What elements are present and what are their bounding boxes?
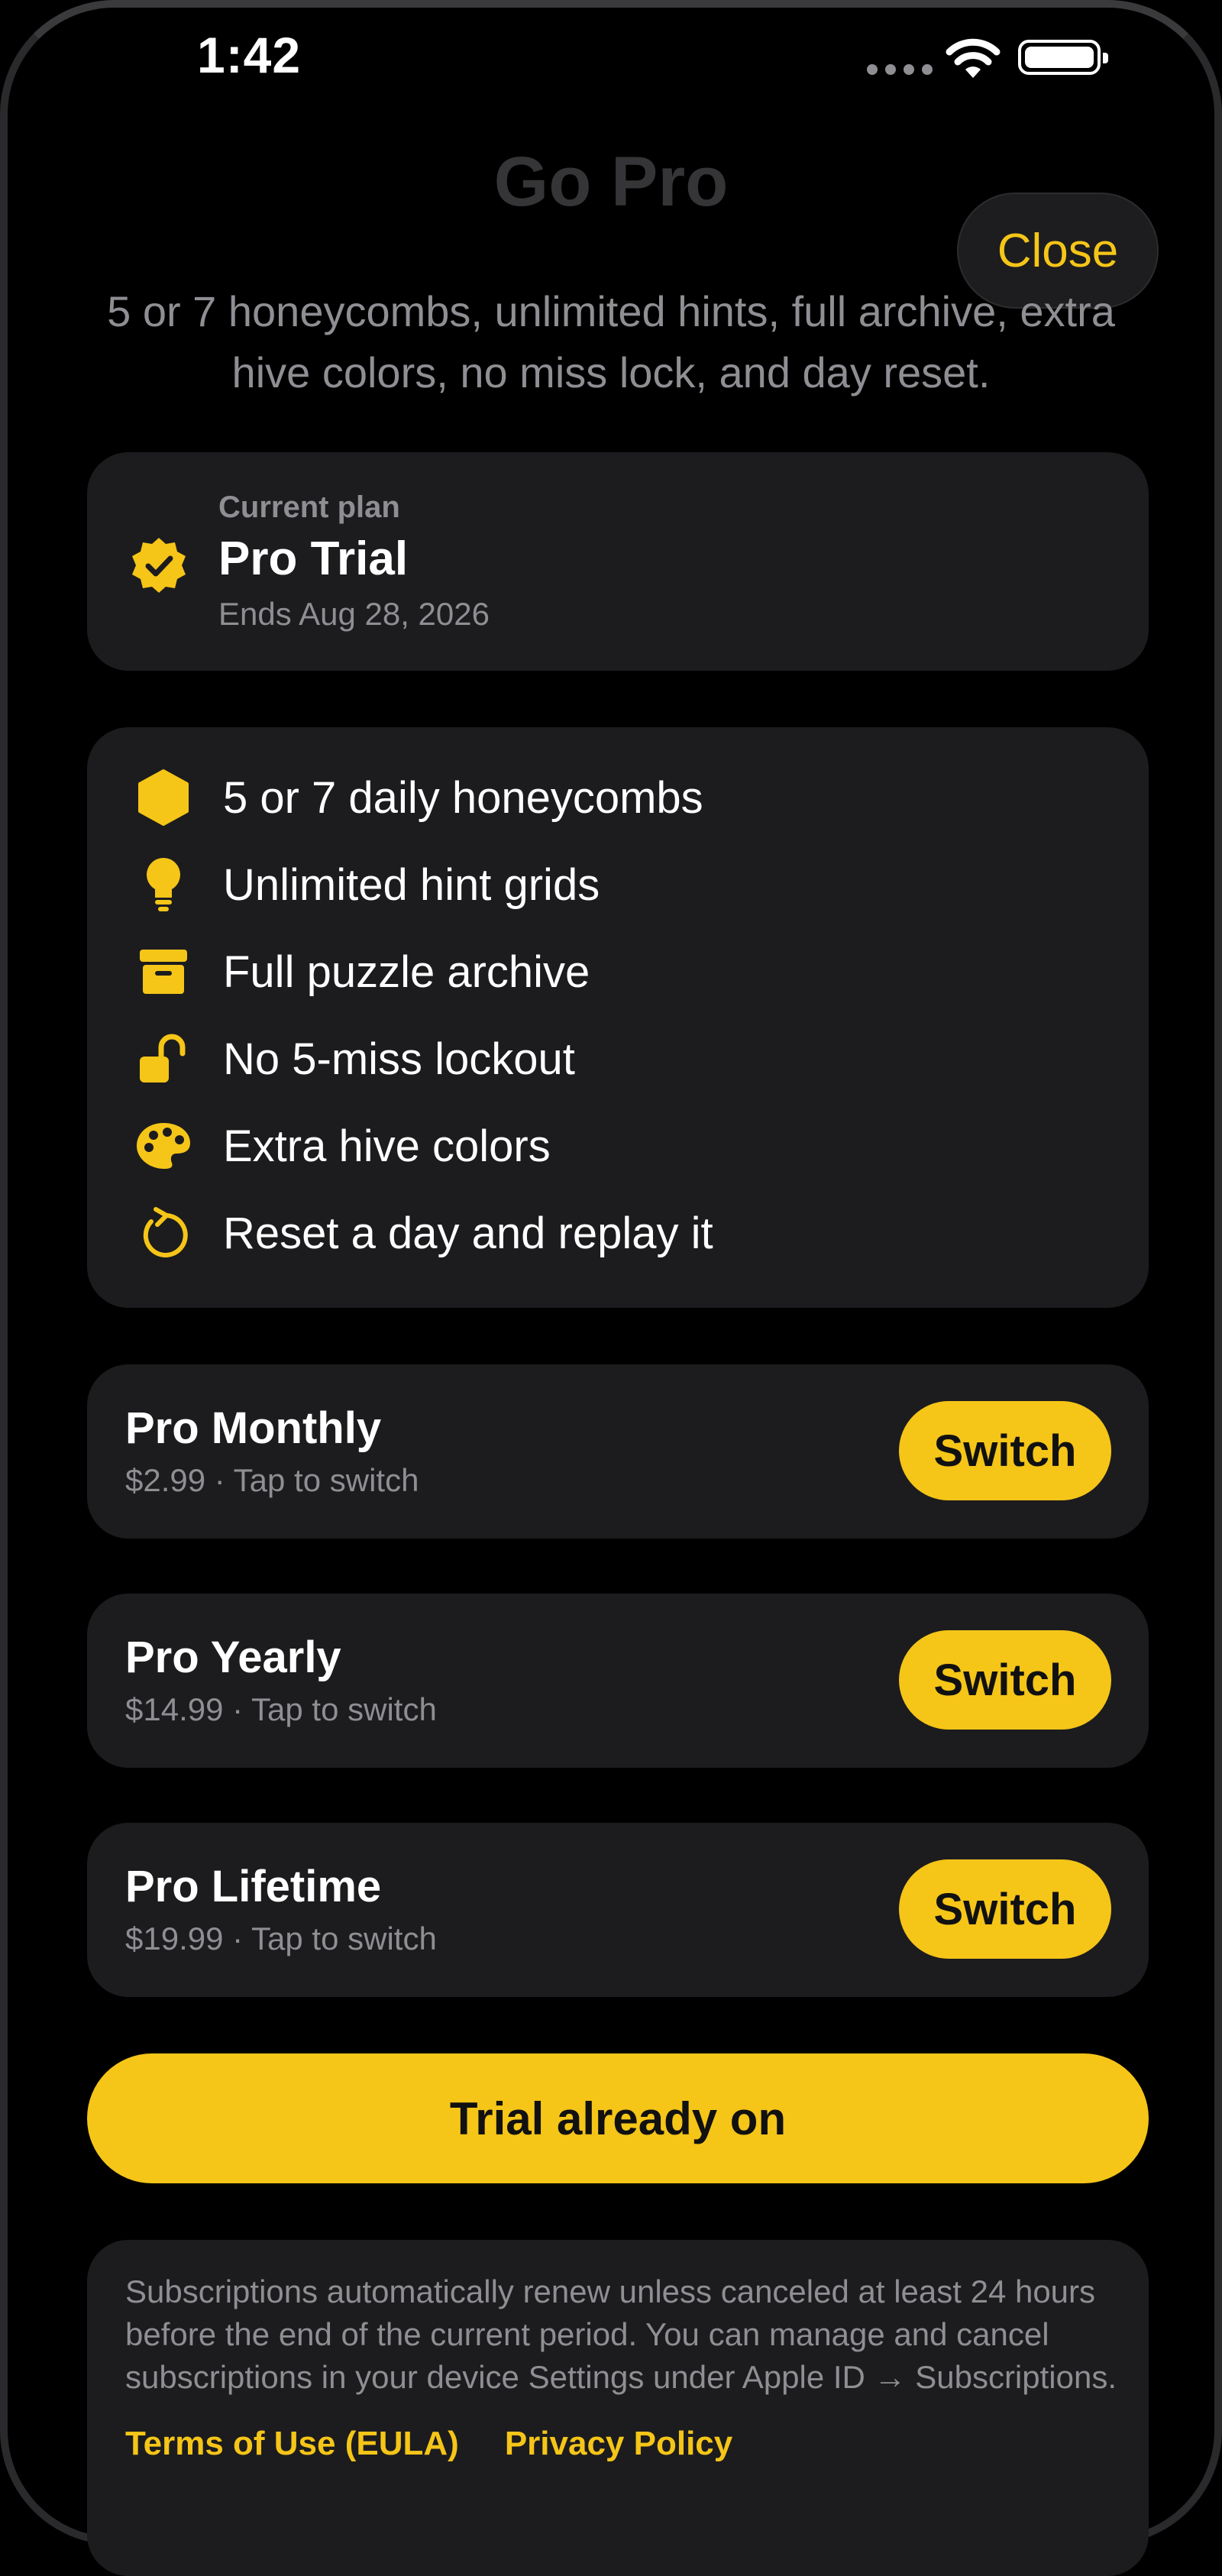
feature-label: No 5-miss lockout bbox=[223, 1034, 575, 1084]
legal-card: Subscriptions automatically renew unless… bbox=[87, 2240, 1149, 2576]
feature-item: Unlimited hint grids bbox=[87, 846, 1149, 923]
feature-item: Extra hive colors bbox=[87, 1108, 1149, 1184]
reset-arrow-icon bbox=[133, 1202, 194, 1264]
status-time: 1:42 bbox=[197, 27, 302, 83]
feature-item: 5 or 7 daily honeycombs bbox=[87, 759, 1149, 836]
feature-label: 5 or 7 daily honeycombs bbox=[223, 772, 703, 823]
current-plan-card: Current plan Pro Trial Ends Aug 28, 2026 bbox=[87, 452, 1149, 671]
status-bar: 1:42 bbox=[0, 0, 1222, 115]
plan-option-lifetime[interactable]: Pro Lifetime $19.99 · Tap to switch Swit… bbox=[87, 1823, 1149, 1997]
feature-item: No 5-miss lockout bbox=[87, 1021, 1149, 1097]
palette-icon bbox=[133, 1115, 194, 1176]
lightbulb-icon bbox=[133, 854, 194, 915]
plan-option-price: $14.99 · Tap to switch bbox=[125, 1691, 437, 1727]
plan-option-price: $19.99 · Tap to switch bbox=[125, 1921, 437, 1956]
feature-label: Full puzzle archive bbox=[223, 947, 590, 997]
feature-label: Extra hive colors bbox=[223, 1121, 551, 1171]
feature-label: Unlimited hint grids bbox=[223, 859, 600, 910]
privacy-policy-link[interactable]: Privacy Policy bbox=[505, 2425, 732, 2463]
legal-links: Terms of Use (EULA) Privacy Policy bbox=[125, 2425, 732, 2463]
archive-box-icon bbox=[133, 941, 194, 1002]
plan-option-price: $2.99 · Tap to switch bbox=[125, 1462, 419, 1498]
current-plan-name: Pro Trial bbox=[218, 532, 409, 585]
plan-option-monthly[interactable]: Pro Monthly $2.99 · Tap to switch Switch bbox=[87, 1364, 1149, 1539]
features-card: 5 or 7 daily honeycombs Unlimited hint g… bbox=[87, 727, 1149, 1308]
battery-icon bbox=[1018, 40, 1108, 75]
feature-label: Reset a day and replay it bbox=[223, 1208, 713, 1258]
plan-option-name: Pro Lifetime bbox=[125, 1862, 382, 1911]
feature-item: Full puzzle archive bbox=[87, 934, 1149, 1010]
terms-of-use-link[interactable]: Terms of Use (EULA) bbox=[125, 2425, 459, 2463]
wifi-icon bbox=[946, 38, 1001, 78]
legal-text: Subscriptions automatically renew unless… bbox=[125, 2273, 1117, 2395]
switch-yearly-button[interactable]: Switch bbox=[899, 1630, 1111, 1730]
plan-option-name: Pro Monthly bbox=[125, 1403, 382, 1453]
current-plan-label: Current plan bbox=[218, 490, 400, 524]
plan-option-name: Pro Yearly bbox=[125, 1633, 341, 1682]
unlocked-lock-icon bbox=[133, 1028, 194, 1089]
page-subtitle: 5 or 7 honeycombs, unlimited hints, full… bbox=[107, 287, 1115, 396]
current-plan-end-date: Ends Aug 28, 2026 bbox=[218, 596, 490, 632]
switch-lifetime-button[interactable]: Switch bbox=[899, 1859, 1111, 1959]
hexagon-icon bbox=[133, 767, 194, 828]
checkmark-seal-icon bbox=[132, 538, 186, 593]
cellular-signal-icon bbox=[867, 64, 933, 75]
trial-status-button[interactable]: Trial already on bbox=[87, 2053, 1149, 2183]
feature-item: Reset a day and replay it bbox=[87, 1195, 1149, 1271]
plan-option-yearly[interactable]: Pro Yearly $14.99 · Tap to switch Switch bbox=[87, 1594, 1149, 1768]
switch-monthly-button[interactable]: Switch bbox=[899, 1401, 1111, 1500]
